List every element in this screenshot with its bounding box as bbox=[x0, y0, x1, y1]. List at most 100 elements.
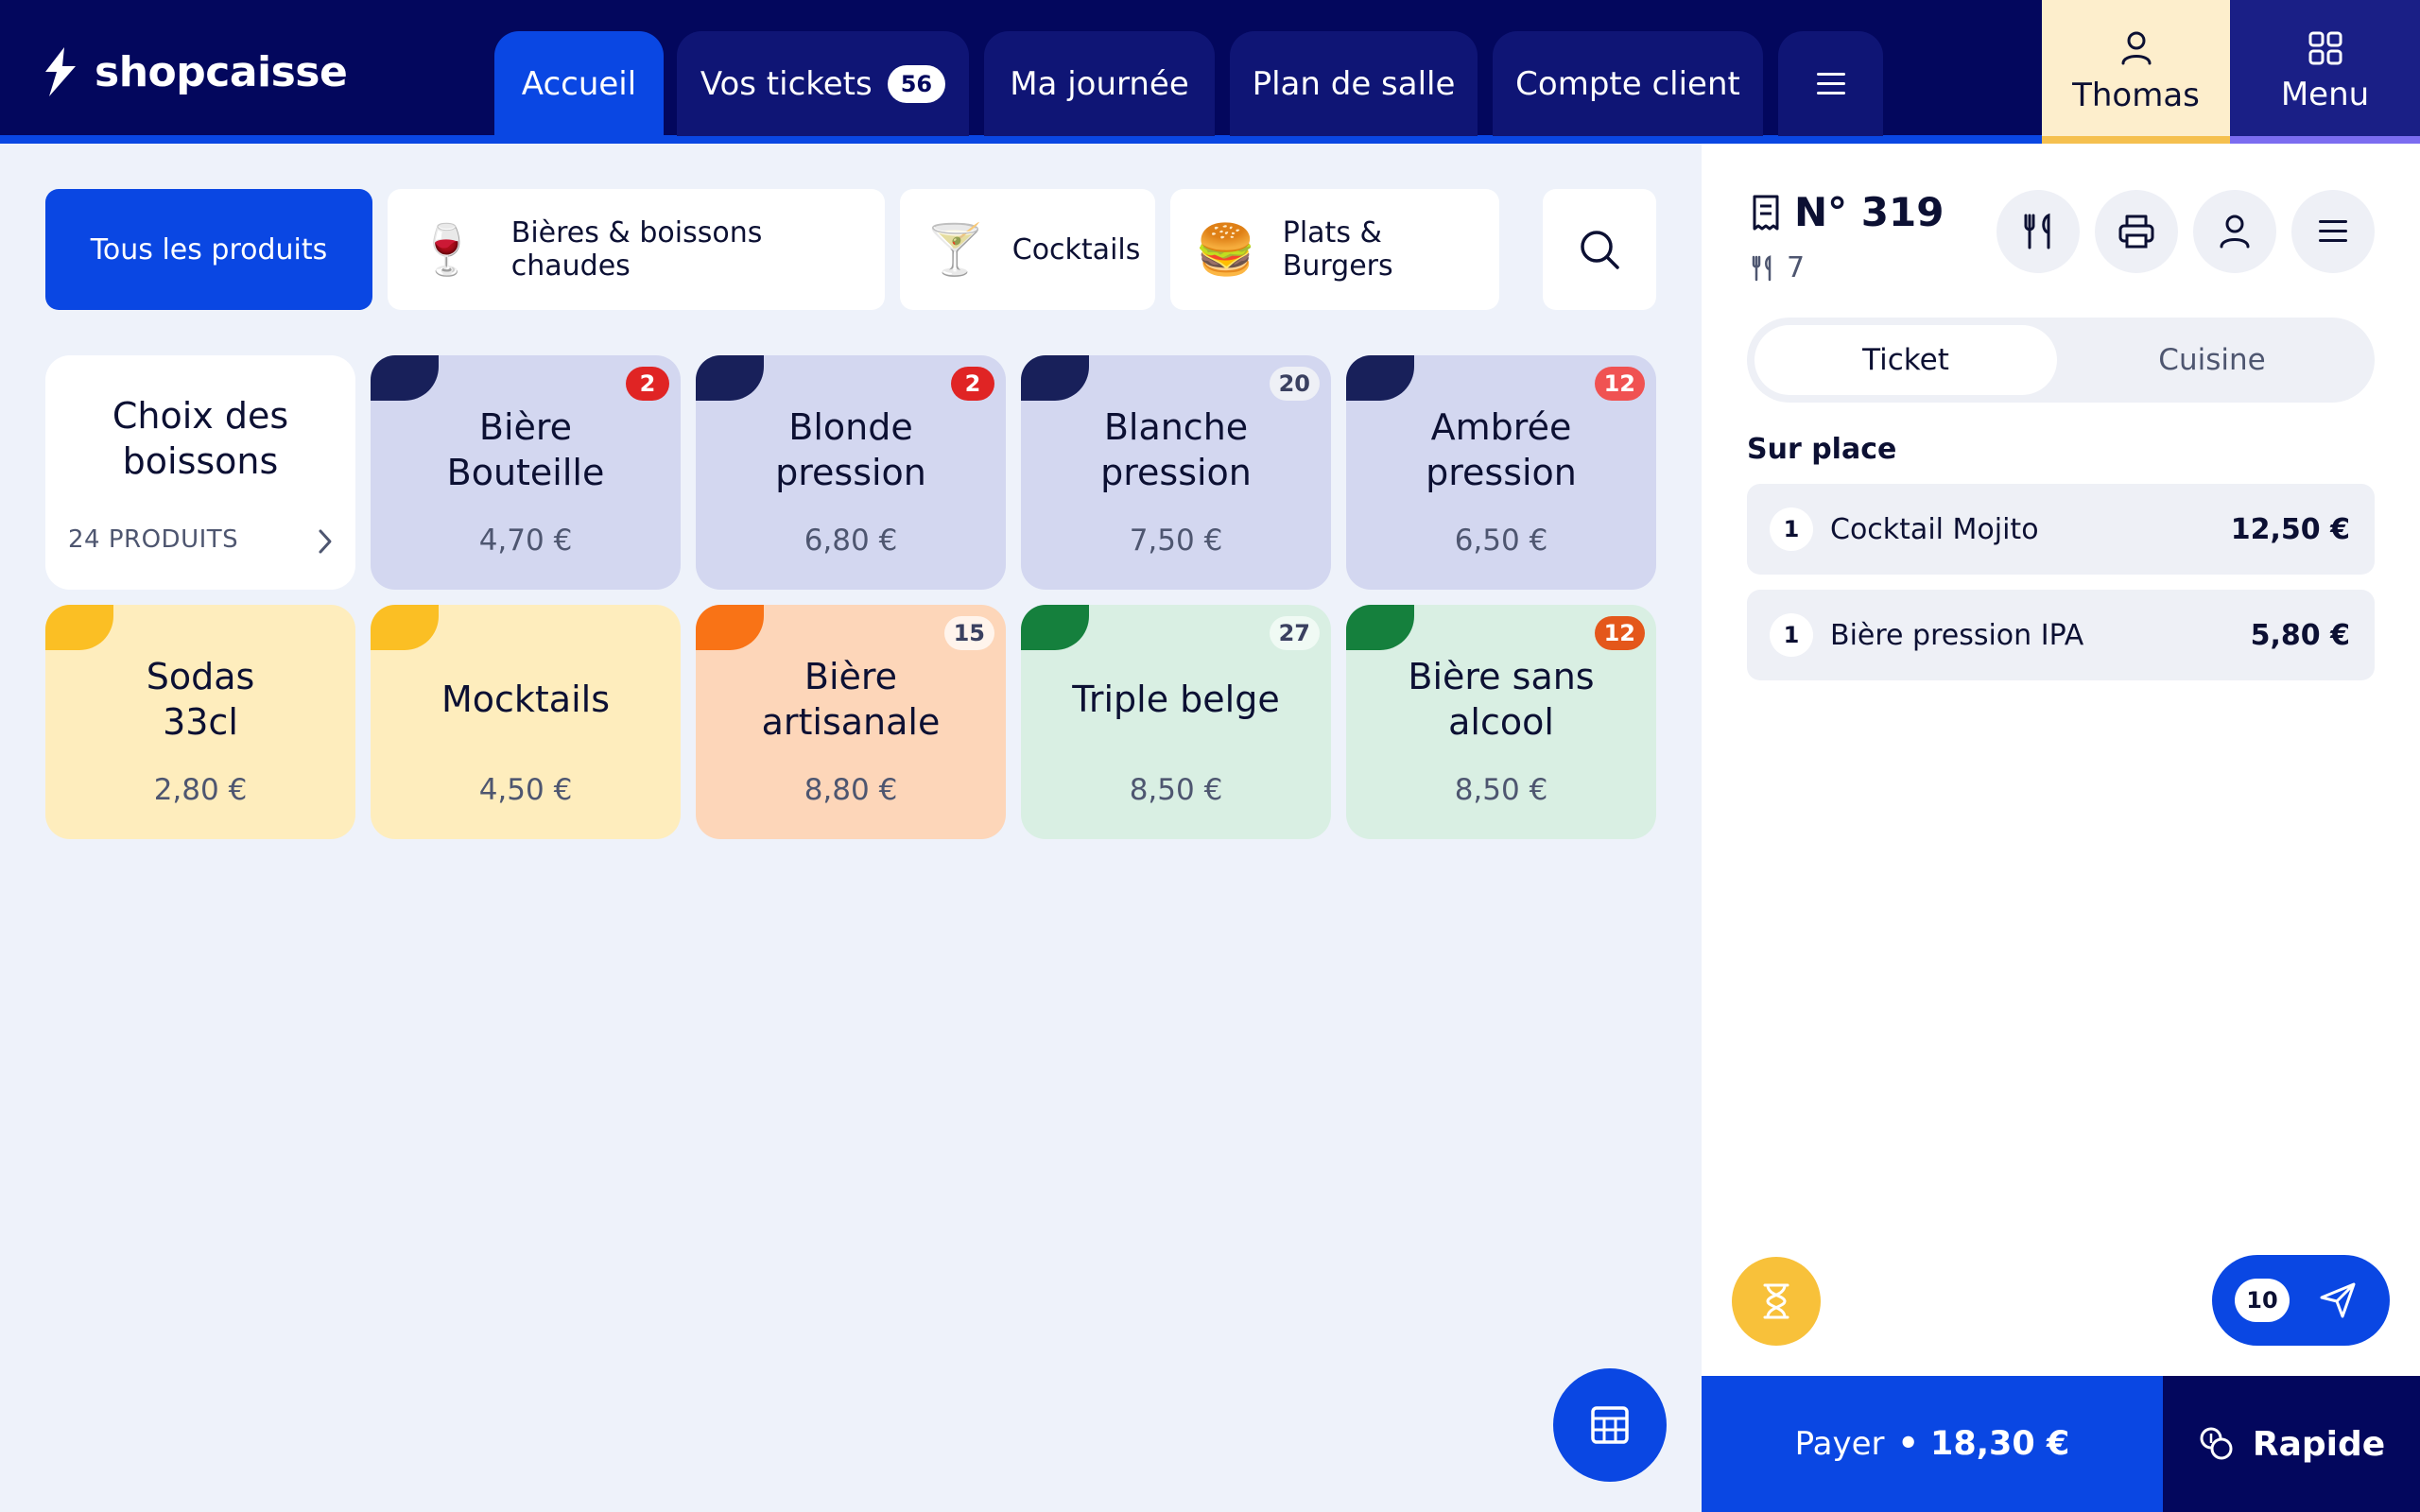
product-tile[interactable]: 12 Bière sans alcool 8,50 € bbox=[1346, 605, 1656, 839]
grid-icon bbox=[2308, 31, 2342, 65]
product-price: 8,50 € bbox=[1454, 773, 1548, 807]
tab-label: Ma journée bbox=[1010, 64, 1189, 103]
product-tile[interactable]: Mocktails 4,50 € bbox=[371, 605, 681, 839]
product-price: 6,50 € bbox=[1454, 524, 1548, 558]
menu-button[interactable]: Menu bbox=[2230, 0, 2420, 144]
category-label: Cocktails bbox=[1011, 232, 1141, 266]
quick-pay-label: Rapide bbox=[2252, 1424, 2386, 1464]
tab-accueil[interactable]: Accueil bbox=[494, 31, 664, 136]
category-bieres[interactable]: 🍷 Bières & boissons chaudes bbox=[388, 189, 885, 310]
tab-plan-de-salle[interactable]: Plan de salle bbox=[1230, 31, 1478, 136]
printer-icon bbox=[2118, 215, 2154, 249]
app-logo: shopcaisse bbox=[43, 45, 348, 98]
segment-cuisine[interactable]: Cuisine bbox=[2061, 325, 2363, 395]
user-button-indicator bbox=[2042, 136, 2230, 144]
product-tile[interactable]: 15 Bière artisanale 8,80 € bbox=[696, 605, 1006, 839]
product-name: Blanche pression bbox=[1100, 406, 1252, 493]
line-name: Cocktail Mojito bbox=[1830, 512, 2039, 546]
logo-text: shopcaisse bbox=[95, 47, 348, 96]
segment-ticket[interactable]: Ticket bbox=[1754, 325, 2057, 395]
hamburger-icon bbox=[2319, 220, 2347, 242]
send-to-kitchen-button[interactable]: 10 bbox=[2212, 1255, 2390, 1346]
product-name: Bière sans alcool bbox=[1408, 656, 1595, 743]
hourglass-icon bbox=[1763, 1283, 1789, 1319]
customer-button[interactable] bbox=[2193, 190, 2276, 273]
product-tile[interactable]: 2 Bière Bouteille 4,70 € bbox=[371, 355, 681, 590]
send-icon bbox=[2320, 1282, 2356, 1318]
ticket-menu-button[interactable] bbox=[2291, 190, 2375, 273]
category-label: Tous les produits bbox=[90, 232, 328, 266]
menu-label: Menu bbox=[2280, 76, 2370, 113]
product-name: Bière artisanale bbox=[761, 656, 941, 743]
product-count: 24 PRODUITS bbox=[68, 525, 239, 554]
product-price: 4,70 € bbox=[478, 524, 573, 558]
receipt-icon bbox=[1753, 195, 1779, 230]
line-price: 5,80 € bbox=[2250, 618, 2350, 652]
line-quantity: 1 bbox=[1770, 507, 1813, 551]
category-label: Plats & Burgers bbox=[1282, 216, 1393, 283]
calculator-button[interactable] bbox=[1553, 1368, 1667, 1482]
product-price: 6,80 € bbox=[804, 524, 898, 558]
product-tile[interactable]: 2 Blonde pression 6,80 € bbox=[696, 355, 1006, 590]
ticket-line[interactable]: 1 Bière pression IPA 5,80 € bbox=[1747, 590, 2375, 680]
quick-pay-button[interactable]: Rapide bbox=[2163, 1376, 2420, 1512]
top-bar-underline bbox=[0, 135, 2042, 144]
tab-label: Vos tickets bbox=[700, 64, 873, 103]
search-button[interactable] bbox=[1543, 189, 1656, 310]
tab-ma-journee[interactable]: Ma journée bbox=[984, 31, 1215, 136]
cocktail-icon: 🍸 bbox=[925, 221, 986, 279]
product-price: 8,50 € bbox=[1129, 773, 1223, 807]
dine-mode-button[interactable] bbox=[1996, 190, 2080, 273]
product-tile[interactable]: Sodas 33cl 2,80 € bbox=[45, 605, 355, 839]
category-all-products[interactable]: Tous les produits bbox=[45, 189, 372, 310]
user-icon bbox=[2220, 215, 2250, 249]
product-name: Bière Bouteille bbox=[446, 406, 605, 493]
pay-button[interactable]: Payer • 18,30 € bbox=[1702, 1376, 2163, 1512]
product-tile[interactable]: 12 Ambrée pression 6,50 € bbox=[1346, 355, 1656, 590]
user-label: Thomas bbox=[2072, 77, 2200, 114]
tab-vos-tickets[interactable]: Vos tickets 56 bbox=[677, 31, 969, 136]
ticket-view-switch: Ticket Cuisine bbox=[1747, 318, 2375, 403]
ticket-number: N° 319 bbox=[1751, 189, 1944, 235]
product-tile[interactable]: 27 Triple belge 8,50 € bbox=[1021, 605, 1331, 839]
table-number: 7 bbox=[1751, 251, 1805, 284]
product-price: 4,50 € bbox=[478, 773, 573, 807]
pay-amount: • 18,30 € bbox=[1897, 1425, 2070, 1463]
product-name: Triple belge bbox=[1072, 679, 1280, 720]
shopcaisse-logo-icon bbox=[45, 47, 76, 96]
cutlery-icon bbox=[2024, 213, 2050, 249]
category-plats-burgers[interactable]: 🍔 Plats & Burgers bbox=[1170, 189, 1499, 310]
product-name: Sodas 33cl bbox=[146, 656, 255, 743]
product-price: 8,80 € bbox=[804, 773, 898, 807]
tab-label: Compte client bbox=[1515, 64, 1740, 103]
product-folder-tile[interactable]: Choix des boissons 24 PRODUITS bbox=[45, 355, 355, 590]
coins-icon bbox=[2200, 1427, 2233, 1460]
calculator-icon bbox=[1591, 1406, 1629, 1444]
cutlery-icon bbox=[1752, 254, 1772, 281]
line-name: Bière pression IPA bbox=[1830, 618, 2084, 652]
hamburger-icon bbox=[1816, 72, 1845, 94]
ticket-number-text: N° 319 bbox=[1794, 189, 1945, 235]
product-name: Mocktails bbox=[441, 679, 611, 720]
category-cocktails[interactable]: 🍸 Cocktails bbox=[900, 189, 1155, 310]
product-tile[interactable]: 20 Blanche pression 7,50 € bbox=[1021, 355, 1331, 590]
order-mode-label: Sur place bbox=[1747, 433, 1897, 466]
table-number-text: 7 bbox=[1787, 251, 1806, 284]
product-name: Ambrée pression bbox=[1426, 406, 1577, 493]
product-price: 7,50 € bbox=[1129, 524, 1223, 558]
tab-more[interactable] bbox=[1778, 31, 1883, 136]
wine-glass-icon: 🍷 bbox=[416, 221, 477, 279]
ticket-line[interactable]: 1 Cocktail Mojito 12,50 € bbox=[1747, 484, 2375, 575]
tab-label: Plan de salle bbox=[1252, 64, 1456, 103]
tab-label: Accueil bbox=[521, 64, 637, 103]
product-name: Blonde pression bbox=[775, 406, 926, 493]
tab-compte-client[interactable]: Compte client bbox=[1493, 31, 1763, 136]
print-button[interactable] bbox=[2095, 190, 2178, 273]
search-icon bbox=[1581, 231, 1619, 269]
user-button[interactable]: Thomas bbox=[2042, 0, 2230, 144]
hold-button[interactable] bbox=[1732, 1257, 1821, 1346]
menu-button-indicator bbox=[2230, 136, 2420, 144]
chevron-right-icon bbox=[319, 529, 332, 554]
user-icon bbox=[2121, 31, 2151, 65]
product-price: 2,80 € bbox=[153, 773, 248, 807]
